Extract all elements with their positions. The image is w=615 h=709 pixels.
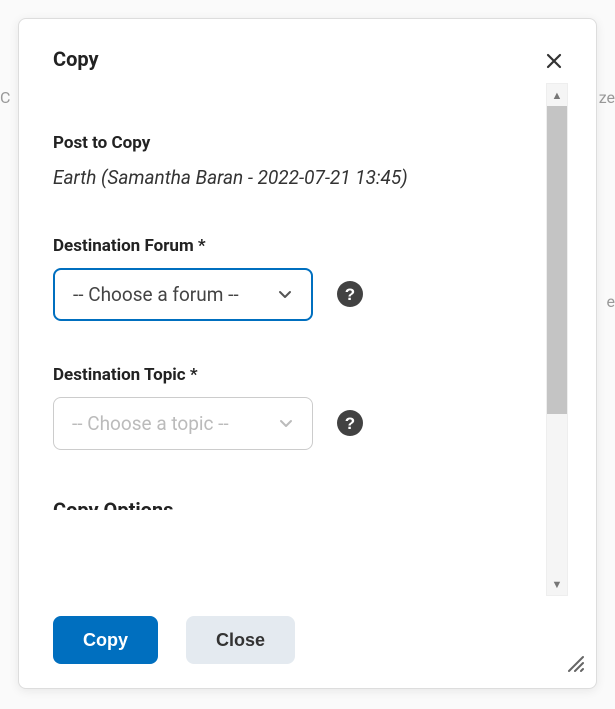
destination-forum-section: Destination Forum * -- Choose a forum --… bbox=[53, 236, 532, 321]
close-footer-button[interactable]: Close bbox=[186, 616, 295, 664]
dialog-footer: Copy Close bbox=[53, 616, 568, 664]
topic-control-row: -- Choose a topic -- ? bbox=[53, 397, 532, 450]
forum-select-value: -- Choose a forum -- bbox=[73, 283, 239, 306]
post-to-copy-label: Post to Copy bbox=[53, 133, 532, 153]
destination-forum-select[interactable]: -- Choose a forum -- bbox=[53, 268, 313, 321]
forum-control-row: -- Choose a forum -- ? bbox=[53, 268, 532, 321]
scroll-down-arrow[interactable]: ▼ bbox=[547, 573, 567, 595]
destination-topic-section: Destination Topic * -- Choose a topic --… bbox=[53, 365, 532, 450]
copy-dialog: Copy Post to Copy Earth (Samantha Baran … bbox=[18, 18, 597, 689]
forum-help-button[interactable]: ? bbox=[337, 281, 363, 307]
dialog-header: Copy bbox=[53, 47, 568, 75]
post-to-copy-section: Post to Copy Earth (Samantha Baran - 202… bbox=[53, 133, 532, 192]
dialog-title: Copy bbox=[53, 47, 99, 71]
cutoff-heading: Copy Options bbox=[53, 498, 532, 510]
backdrop-text-right-2: e bbox=[607, 292, 615, 311]
resize-icon bbox=[566, 654, 584, 672]
post-to-copy-value: Earth (Samantha Baran - 2022-07-21 13:45… bbox=[53, 165, 532, 192]
backdrop-text-right-1: ze bbox=[599, 88, 615, 107]
scroll-track[interactable] bbox=[547, 106, 567, 573]
chevron-down-icon bbox=[277, 286, 293, 302]
topic-help-button[interactable]: ? bbox=[337, 410, 363, 436]
destination-topic-label: Destination Topic * bbox=[53, 365, 532, 385]
dialog-body-wrap: Post to Copy Earth (Samantha Baran - 202… bbox=[53, 83, 568, 596]
close-icon bbox=[544, 51, 564, 71]
dialog-body: Post to Copy Earth (Samantha Baran - 202… bbox=[53, 83, 538, 596]
backdrop-text-left: C bbox=[0, 88, 10, 107]
vertical-scrollbar[interactable]: ▲ ▼ bbox=[546, 83, 568, 596]
topic-select-value: -- Choose a topic -- bbox=[72, 412, 229, 435]
chevron-down-icon bbox=[278, 415, 294, 431]
destination-topic-select[interactable]: -- Choose a topic -- bbox=[53, 397, 313, 450]
scroll-up-arrow[interactable]: ▲ bbox=[547, 84, 567, 106]
close-button[interactable] bbox=[540, 47, 568, 75]
destination-forum-label: Destination Forum * bbox=[53, 236, 532, 256]
resize-handle[interactable] bbox=[566, 654, 584, 676]
copy-button[interactable]: Copy bbox=[53, 616, 158, 664]
scroll-thumb[interactable] bbox=[547, 106, 567, 414]
